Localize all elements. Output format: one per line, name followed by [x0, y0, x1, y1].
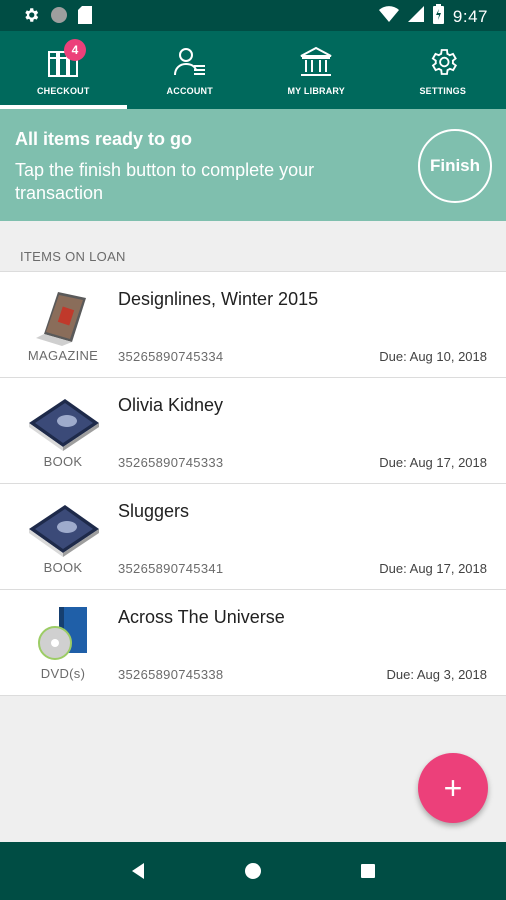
tab-label: CHECKOUT	[36, 86, 90, 96]
finish-button[interactable]: Finish	[418, 129, 492, 203]
tab-settings[interactable]: SETTINGS	[380, 31, 506, 109]
book-icon	[25, 498, 101, 560]
loan-list: MAGAZINE Designlines, Winter 2015 352658…	[0, 271, 506, 696]
item-due-date: Due: Aug 10, 2018	[379, 349, 487, 364]
list-item[interactable]: DVD(s) Across The Universe 3526589074533…	[0, 590, 506, 696]
battery-charging-icon	[432, 4, 444, 29]
recents-icon[interactable]	[348, 851, 388, 891]
tab-label: ACCOUNT	[166, 86, 213, 96]
checkout-count-badge: 4	[64, 39, 86, 61]
item-barcode: 35265890745333	[118, 455, 224, 470]
account-icon	[170, 45, 210, 79]
item-barcode: 35265890745338	[118, 667, 224, 682]
list-item[interactable]: BOOK Sluggers 35265890745341 Due: Aug 17…	[0, 484, 506, 590]
magazine-icon	[25, 286, 101, 348]
tab-checkout[interactable]: 4 CHECKOUT	[0, 31, 127, 109]
tab-label: SETTINGS	[419, 86, 467, 96]
tab-account[interactable]: ACCOUNT	[127, 31, 254, 109]
dvd-icon	[25, 604, 101, 666]
gear-icon	[22, 6, 40, 29]
book-icon	[25, 392, 101, 454]
add-item-button[interactable]: +	[418, 753, 488, 823]
item-due-date: Due: Aug 17, 2018	[379, 455, 487, 470]
library-building-icon	[296, 45, 336, 79]
item-type: BOOK	[43, 454, 83, 469]
item-due-date: Due: Aug 17, 2018	[379, 561, 487, 576]
circle-icon	[50, 6, 68, 29]
item-due-date: Due: Aug 3, 2018	[386, 667, 487, 682]
status-bar: 9:47	[0, 0, 506, 31]
tab-my-library[interactable]: MY LIBRARY	[253, 31, 380, 109]
sim-card-icon	[78, 6, 92, 29]
item-title: Across The Universe	[118, 607, 285, 627]
tab-bar: 4 CHECKOUT ACCOUNT MY LIBRARY SETTINGS	[0, 31, 506, 109]
gear-icon	[423, 45, 463, 79]
signal-icon	[407, 6, 424, 27]
item-type: BOOK	[43, 560, 83, 575]
ready-banner: All items ready to go Tap the finish but…	[0, 109, 506, 221]
list-item[interactable]: BOOK Olivia Kidney 35265890745333 Due: A…	[0, 378, 506, 484]
item-title: Sluggers	[118, 501, 190, 521]
clock: 9:47	[452, 6, 488, 26]
item-title: Olivia Kidney	[118, 395, 224, 415]
item-barcode: 35265890745334	[118, 349, 224, 364]
home-icon[interactable]	[233, 851, 273, 891]
item-type: MAGAZINE	[27, 348, 99, 363]
item-title: Designlines, Winter 2015	[118, 289, 319, 309]
back-icon[interactable]	[118, 851, 158, 891]
system-nav-bar	[0, 842, 506, 900]
banner-title: All items ready to go	[15, 129, 193, 149]
section-title: ITEMS ON LOAN	[20, 249, 126, 264]
add-icon: +	[443, 769, 463, 806]
item-type: DVD(s)	[40, 666, 86, 681]
item-barcode: 35265890745341	[118, 561, 224, 576]
list-item[interactable]: MAGAZINE Designlines, Winter 2015 352658…	[0, 272, 506, 378]
banner-text: Tap the finish button to complete your t…	[15, 160, 315, 203]
wifi-icon	[378, 6, 399, 27]
tab-label: MY LIBRARY	[287, 86, 345, 96]
